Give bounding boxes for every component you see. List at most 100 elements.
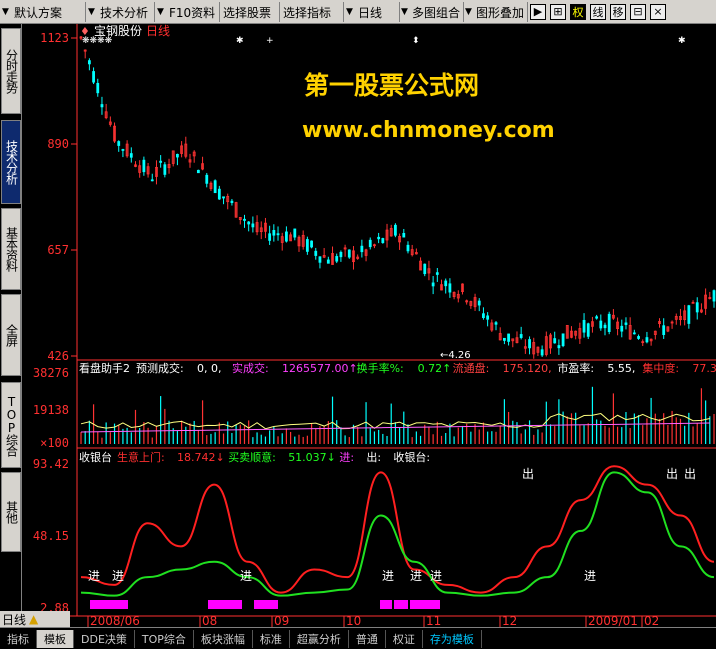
bottom-tabs: 指标 模板 DDE决策 TOP综合 板块涨幅 标准 超赢分析 普通 权证 存为模板 xyxy=(0,627,716,649)
candle-body xyxy=(360,245,364,253)
bottom-tab-1[interactable]: 模板 xyxy=(37,629,74,648)
candle-body xyxy=(477,300,481,306)
toolbar-btn-0[interactable]: ▼ 默认方案 xyxy=(0,2,86,22)
bottom-tab-7[interactable]: 普通 xyxy=(349,629,386,648)
stock-chart: 1123890657426♦ 宝钢股份 日线←4.26❋❋❋❋ ✱ + ⬍ ✱第一股票公式网… xyxy=(22,24,716,627)
price-tick-label: 890 xyxy=(47,137,69,151)
toolbar-btn-1[interactable]: ▼ 技术分析 xyxy=(86,2,155,22)
bottom-tab-3[interactable]: TOP综合 xyxy=(135,629,194,648)
sidebar-tab-3[interactable]: 全屏 xyxy=(1,294,21,376)
sidebar-tab-1[interactable]: 技术分析 xyxy=(1,120,21,204)
volume-header-text: 1265577.00↑ xyxy=(282,362,358,375)
chevron-down-icon: ▼ xyxy=(157,7,164,17)
move-icon[interactable]: 移 xyxy=(610,3,626,20)
signal-bar xyxy=(394,600,408,609)
toolbar-btn-3[interactable]: 选择股票 xyxy=(220,2,280,22)
candle-body xyxy=(285,231,288,242)
line-icon[interactable]: 线 xyxy=(590,3,606,20)
indicator-header-text: 进: xyxy=(339,451,354,464)
date-tick-label: 09 xyxy=(274,614,289,627)
candle-body xyxy=(632,332,636,335)
volume-tick-label: 38276 xyxy=(33,366,69,380)
toolbar-label: F10资料 xyxy=(169,5,216,20)
watermark-url: www.chnmoney.com xyxy=(302,118,555,143)
candle-body xyxy=(423,263,427,275)
candle-body xyxy=(662,325,666,335)
candle-body xyxy=(381,238,385,244)
weight-icon[interactable]: 权 xyxy=(570,3,586,20)
toolbar-label: 图形叠加 xyxy=(475,5,524,20)
date-tick-label: 2008/06 xyxy=(90,614,140,627)
indicator-header-text: 收银台 xyxy=(79,450,112,464)
event-marker-icon: ⬍ xyxy=(412,36,420,46)
candle-body xyxy=(712,290,716,302)
candle-body xyxy=(486,315,490,320)
volume-header-text: 5.55, xyxy=(607,362,635,375)
period-label: 日线 xyxy=(2,612,27,627)
triangle-icon: ▲ xyxy=(29,612,39,626)
candle-body xyxy=(121,149,125,151)
date-tick-label: 10 xyxy=(346,614,361,627)
bottom-tab-6[interactable]: 超赢分析 xyxy=(290,629,349,648)
signal-label: 出 xyxy=(666,467,678,481)
chevron-down-icon: ▼ xyxy=(401,7,408,17)
bottom-tab-5[interactable]: 标准 xyxy=(253,629,290,648)
minimize-icon[interactable]: ⊟ xyxy=(630,3,646,20)
volume-header-text: 预测成交: xyxy=(136,361,184,375)
volume-header-text: 流通盘: xyxy=(453,361,490,375)
play-icon[interactable]: ▶ xyxy=(530,3,546,20)
price-tick-label: 426 xyxy=(47,349,69,363)
bottom-tab-2[interactable]: DDE决策 xyxy=(74,629,135,648)
volume-header-text: 实成交: xyxy=(232,361,269,375)
signal-label: 出 xyxy=(522,467,534,481)
sidebar-tab-5[interactable]: 其他 xyxy=(1,472,21,552)
candle-body xyxy=(528,339,531,349)
candle-body xyxy=(368,239,372,248)
toolbar-btn-7[interactable]: ▼ 图形叠加 xyxy=(464,2,528,22)
candle-body xyxy=(444,280,448,287)
candle-body xyxy=(117,141,121,146)
chevron-down-icon: ▼ xyxy=(346,7,353,17)
app-window: ▼ 默认方案 ▼ 技术分析 ▼ F10资料 选择股票 选择指标 ▼ 日线 ▼ 多图组合 ▼ 图形叠加 ▶ ⊞ 权… xyxy=(0,0,716,649)
candle-body xyxy=(624,322,628,325)
toolbar-btn-4[interactable]: 选择指标 xyxy=(280,2,344,22)
sidebar-tab-4[interactable]: TOP综合 xyxy=(1,382,21,468)
bottom-tab-9[interactable]: 存为模板 xyxy=(423,629,482,648)
sidebar-tab-2[interactable]: 基本资料 xyxy=(1,208,21,290)
candle-body xyxy=(100,104,104,108)
toolbar-btn-5[interactable]: ▼ 日线 xyxy=(344,2,400,22)
candle-body xyxy=(339,251,343,258)
toolbar: ▼ 默认方案 ▼ 技术分析 ▼ F10资料 选择股票 选择指标 ▼ 日线 ▼ 多图组合 ▼ 图形叠加 ▶ ⊞ 权… xyxy=(0,0,716,24)
toolbar-label: 技术分析 xyxy=(100,5,149,20)
candle-body xyxy=(217,188,221,200)
bottom-tab-8[interactable]: 权证 xyxy=(386,629,423,648)
indicator-header-text: 收银台: xyxy=(393,450,430,464)
chevron-down-icon: ▼ xyxy=(465,7,472,17)
candle-body xyxy=(695,302,699,313)
volume-header-text: 0, 0, xyxy=(197,362,222,375)
watermark-title: 第一股票公式网 xyxy=(304,71,479,100)
indicator-header-text: 出: xyxy=(366,450,381,464)
volume-header-text: 集中度: xyxy=(642,361,679,375)
candle-body xyxy=(87,60,91,65)
grid-icon[interactable]: ⊞ xyxy=(550,3,566,20)
candle-body xyxy=(293,228,297,238)
candle-body xyxy=(129,153,133,158)
bottom-tab-0[interactable]: 指标 xyxy=(0,629,37,648)
candle-body xyxy=(230,200,234,203)
toolbar-btn-6[interactable]: ▼ 多图组合 xyxy=(400,2,464,22)
event-marker-icon: ❋❋❋❋ xyxy=(82,36,113,46)
toolbar-btn-2[interactable]: ▼ F10资料 xyxy=(155,2,220,22)
close-icon[interactable]: × xyxy=(650,3,666,20)
candle-body xyxy=(335,256,339,262)
bottom-tab-4[interactable]: 板块涨幅 xyxy=(194,629,253,648)
candle-body xyxy=(205,174,209,184)
sidebar-tab-0[interactable]: 分时走势 xyxy=(1,28,21,114)
date-tick-label: 02 xyxy=(644,614,659,627)
candle-body xyxy=(247,221,251,225)
candle-body xyxy=(310,240,313,248)
period-selector[interactable]: 日线 ▲ xyxy=(0,611,70,627)
candle-body xyxy=(305,239,309,252)
volume-header-text: 0.72↑ xyxy=(418,362,452,375)
candle-body xyxy=(561,333,565,347)
